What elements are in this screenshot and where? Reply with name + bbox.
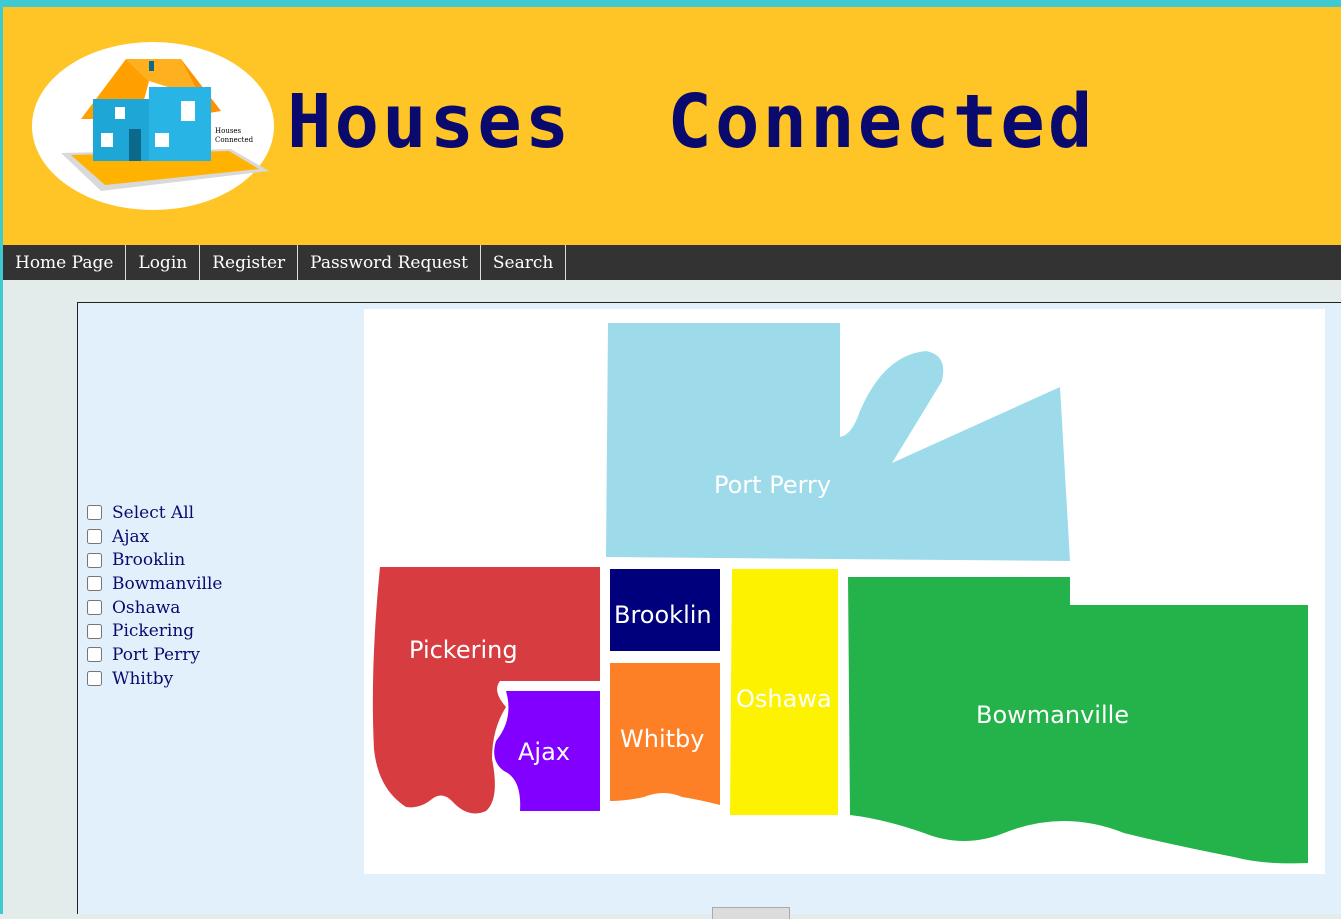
map-region-whitby[interactable] — [610, 663, 720, 805]
house-logo-icon: Houses Connected — [32, 42, 274, 210]
filter-port-perry[interactable]: Port Perry — [87, 643, 222, 667]
map-region-port-perry[interactable] — [606, 323, 1070, 561]
site-title: Houses Connected — [287, 79, 1096, 165]
pickering-checkbox[interactable] — [87, 623, 102, 639]
port-perry-checkbox[interactable] — [87, 647, 102, 663]
map-region-bowmanville[interactable] — [848, 577, 1308, 864]
region-map: Port Perry Pickering Ajax Brooklin Whitb… — [364, 309, 1325, 874]
nav-search[interactable]: Search — [481, 245, 567, 280]
select-all-checkbox[interactable] — [87, 505, 102, 521]
filter-brooklin[interactable]: Brooklin — [87, 548, 222, 572]
svg-text:Houses: Houses — [215, 127, 242, 135]
filter-label: Bowmanville — [112, 573, 223, 594]
filter-whitby[interactable]: Whitby — [87, 667, 222, 691]
nav-register[interactable]: Register — [200, 245, 299, 280]
top-accent-bar — [0, 0, 1341, 7]
filter-select-all[interactable]: Select All — [87, 501, 222, 525]
svg-text:Connected: Connected — [215, 136, 254, 144]
filter-label: Pickering — [112, 621, 195, 642]
brooklin-checkbox[interactable] — [87, 552, 102, 568]
submit-button[interactable] — [712, 907, 790, 919]
map-region-brooklin[interactable] — [610, 569, 720, 651]
filter-label: Ajax — [112, 526, 150, 547]
select-all-label: Select All — [112, 502, 195, 523]
whitby-checkbox[interactable] — [87, 671, 102, 687]
filter-ajax[interactable]: Ajax — [87, 525, 222, 549]
site-logo[interactable]: Houses Connected — [31, 41, 275, 211]
oshawa-checkbox[interactable] — [87, 600, 102, 616]
filter-pickering[interactable]: Pickering — [87, 619, 222, 643]
main-nav: Home Page Login Register Password Reques… — [3, 245, 1341, 280]
nav-login[interactable]: Login — [126, 245, 201, 280]
filter-bowmanville[interactable]: Bowmanville — [87, 572, 222, 596]
bowmanville-checkbox[interactable] — [87, 576, 102, 592]
area-filter-list: Select All Ajax Brooklin Bowmanville Osh… — [87, 501, 222, 691]
nav-password-request[interactable]: Password Request — [298, 245, 481, 280]
filter-label: Whitby — [112, 668, 174, 689]
nav-home-page[interactable]: Home Page — [3, 245, 127, 280]
ajax-checkbox[interactable] — [87, 529, 102, 545]
filter-label: Brooklin — [112, 550, 186, 571]
main-content: Select All Ajax Brooklin Bowmanville Osh… — [77, 302, 1341, 919]
filter-label: Port Perry — [112, 644, 200, 665]
filter-oshawa[interactable]: Oshawa — [87, 596, 222, 620]
site-header: Houses Connected Houses Connected — [3, 7, 1341, 245]
map-region-oshawa[interactable] — [730, 569, 838, 815]
map-region-ajax[interactable] — [494, 691, 600, 811]
filter-label: Oshawa — [112, 597, 181, 618]
